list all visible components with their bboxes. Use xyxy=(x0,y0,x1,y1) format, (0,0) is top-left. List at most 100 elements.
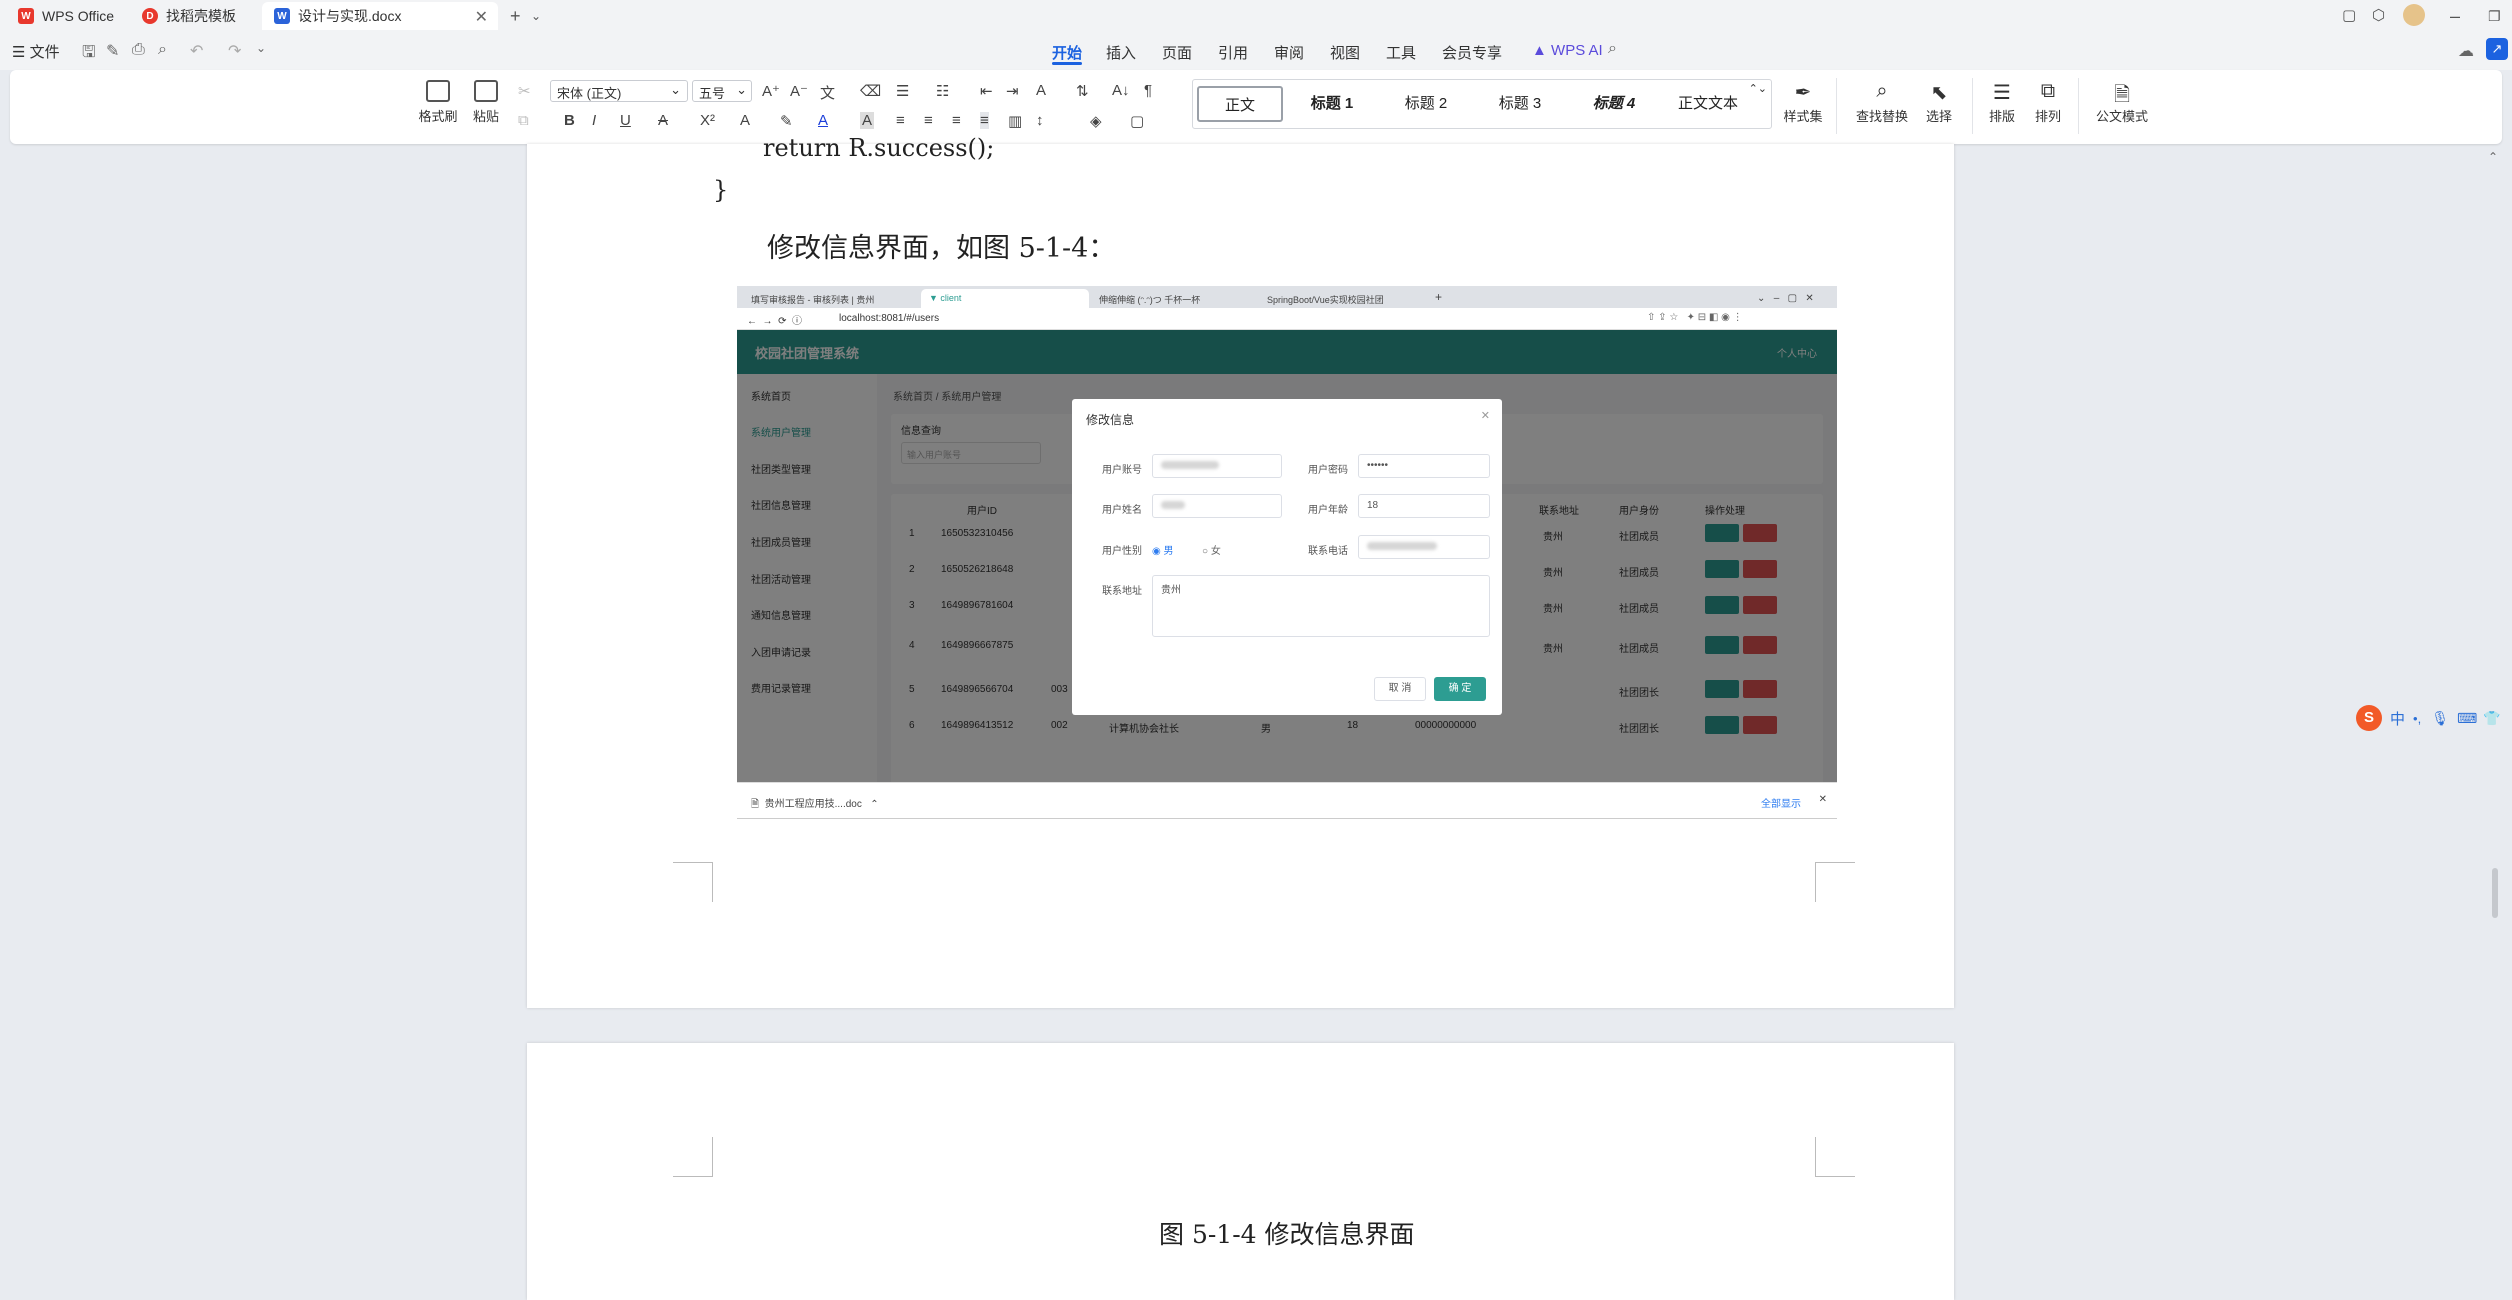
show-marks-icon[interactable]: ¶ xyxy=(1144,82,1152,99)
text-effect-icon[interactable]: A xyxy=(740,112,750,129)
style-body-text[interactable]: 正文文本 xyxy=(1665,86,1751,122)
font-color-icon[interactable]: A xyxy=(818,112,828,129)
clear-format-icon[interactable]: ⌫ xyxy=(860,82,881,100)
arrange-button[interactable]: ⧉ 排列 xyxy=(2024,80,2072,125)
punctuation-icon[interactable]: •, xyxy=(2413,711,2421,726)
superscript-icon[interactable]: X² xyxy=(700,112,715,129)
line-spacing-icon[interactable]: ↕ xyxy=(1036,112,1044,129)
strikethrough-icon[interactable]: A xyxy=(658,112,668,129)
underline-icon[interactable]: U xyxy=(620,112,631,129)
download-file: 🗎 贵州工程应用技....doc ⌃ xyxy=(751,799,879,810)
style-heading-3[interactable]: 标题 3 xyxy=(1477,86,1563,122)
copy-icon[interactable]: ⧉ xyxy=(518,112,529,129)
document-page[interactable]: 图 5-1-4 修改信息界面 xyxy=(527,1043,1954,1300)
cube-icon[interactable]: ⬡ xyxy=(2372,6,2385,26)
menu-insert[interactable]: 插入 xyxy=(1106,42,1136,63)
official-doc-mode-button[interactable]: 🗎 公文模式 xyxy=(2088,80,2156,125)
share-icon[interactable]: ↗ xyxy=(2486,38,2508,60)
close-icon[interactable]: ✕ xyxy=(475,7,488,27)
menu-view[interactable]: 视图 xyxy=(1330,42,1360,63)
sort-icon[interactable]: ⇅ xyxy=(1076,82,1089,100)
layout-button[interactable]: ☰ 排版 xyxy=(1978,80,2026,125)
show-all-link: 全部显示 xyxy=(1761,799,1801,810)
menu-home[interactable]: 开始 xyxy=(1052,42,1082,63)
bold-icon[interactable]: B xyxy=(564,112,575,129)
distribute-icon[interactable]: ▥ xyxy=(1008,112,1022,130)
close-icon: ✕ xyxy=(1480,410,1490,422)
tab-wps-office[interactable]: W WPS Office xyxy=(6,2,136,30)
style-heading-4[interactable]: 标题 4 xyxy=(1571,86,1657,122)
border-icon[interactable]: ▢ xyxy=(1130,112,1144,130)
style-normal[interactable]: 正文 xyxy=(1197,86,1283,122)
print-icon[interactable]: ⎙ xyxy=(132,41,145,59)
name-label: 用户姓名 xyxy=(1102,505,1142,516)
indent-icon[interactable]: ⇥ xyxy=(1006,82,1019,100)
font-size-select[interactable]: 五号 ⌄ xyxy=(692,80,752,102)
cloud-icon[interactable]: ☁ xyxy=(2458,41,2474,61)
style-gallery: 正文 标题 1 标题 2 标题 3 标题 4 正文文本 ⌃⌄ xyxy=(1192,79,1772,129)
shrink-font-icon[interactable]: A⁻ xyxy=(790,82,808,100)
search-icon[interactable]: ⌕ xyxy=(1608,40,1617,58)
bullet-list-icon[interactable]: ☰ xyxy=(896,82,909,100)
font-name-select[interactable]: 宋体 (正文) ⌄ xyxy=(550,80,688,102)
text-direction-icon[interactable]: A xyxy=(1036,82,1046,99)
find-replace-button[interactable]: ⌕ 查找替换 xyxy=(1850,80,1914,125)
grow-font-icon[interactable]: A⁺ xyxy=(762,82,780,100)
menu-member[interactable]: 会员专享 xyxy=(1442,42,1502,63)
print-preview-icon[interactable]: ⌕ xyxy=(158,41,167,59)
embedded-screenshot-image[interactable]: 填写审核报告 - 审核列表 | 贵州 ▼ client 伸缩伸缩 (ᵔ.ᵔ)つ … xyxy=(737,286,1837,819)
undo-icon[interactable]: ↶ xyxy=(190,41,203,61)
align-center-icon[interactable]: ≡ xyxy=(924,112,933,129)
phonetic-icon[interactable]: 文 xyxy=(820,82,835,103)
gallery-scroll-icon[interactable]: ⌃⌄ xyxy=(1749,82,1767,95)
select-button[interactable]: ⬉ 选择 xyxy=(1914,80,1964,125)
code-line: return R.success(); xyxy=(763,134,995,162)
justify-icon[interactable]: ≡ xyxy=(980,112,989,129)
chevron-down-icon[interactable]: ⌄ xyxy=(531,6,541,26)
style-set-button[interactable]: ✒ 样式集 xyxy=(1776,80,1830,125)
file-menu[interactable]: ☰ 文件 xyxy=(12,41,60,62)
edit-icon[interactable]: ✎ xyxy=(106,41,119,61)
window-layout-icon[interactable]: ▢ xyxy=(2342,6,2356,26)
style-set-icon: ✒ xyxy=(1794,82,1812,104)
ime-mode[interactable]: 中 xyxy=(2390,708,2405,729)
style-heading-2[interactable]: 标题 2 xyxy=(1383,86,1469,122)
sort-az-icon[interactable]: A↓ xyxy=(1112,82,1130,99)
tab-docer-templates[interactable]: D 找稻壳模板 xyxy=(130,2,260,30)
menu-page[interactable]: 页面 xyxy=(1162,42,1192,63)
numbered-list-icon[interactable]: ☷ xyxy=(936,82,949,100)
redo-icon[interactable]: ↷ xyxy=(228,41,241,61)
wps-ai-button[interactable]: ▲ WPS AI xyxy=(1532,42,1603,59)
body-paragraph: 修改信息界面，如图 5-1-4： xyxy=(767,233,1116,264)
cut-icon[interactable]: ✂ xyxy=(518,82,531,100)
minimize-icon[interactable]: – xyxy=(2450,6,2460,26)
ime-toolbar[interactable]: S 中 •, 🎙 ⌨ 👕 xyxy=(2356,704,2506,732)
scrollbar-thumb[interactable] xyxy=(2492,868,2498,918)
avatar[interactable] xyxy=(2403,4,2425,26)
paste-button[interactable]: 粘贴 xyxy=(462,80,510,125)
menu-tools[interactable]: 工具 xyxy=(1386,42,1416,63)
menu-reference[interactable]: 引用 xyxy=(1218,42,1248,63)
format-painter-button[interactable]: 格式刷 xyxy=(414,80,462,125)
format-painter-label: 格式刷 xyxy=(418,109,458,124)
select-label: 选择 xyxy=(1925,109,1952,124)
more-icon[interactable]: ⌄ xyxy=(256,41,266,55)
restore-icon[interactable]: ❐ xyxy=(2488,6,2501,26)
skin-icon[interactable]: 👕 xyxy=(2483,710,2500,727)
menu-review[interactable]: 审阅 xyxy=(1274,42,1304,63)
tab-document[interactable]: W 设计与实现.docx ✕ xyxy=(262,2,498,30)
microphone-icon[interactable]: 🎙 xyxy=(2431,710,2449,727)
save-icon[interactable]: 🖫 xyxy=(82,41,96,68)
outdent-icon[interactable]: ⇤ xyxy=(980,82,993,100)
collapse-ribbon-icon[interactable]: ⌃ xyxy=(2488,150,2498,164)
align-left-icon[interactable]: ≡ xyxy=(896,112,905,129)
italic-icon[interactable]: I xyxy=(592,112,596,129)
style-heading-1[interactable]: 标题 1 xyxy=(1289,86,1375,122)
char-shading-icon[interactable]: A xyxy=(860,112,875,129)
paste-label: 粘贴 xyxy=(472,109,499,124)
highlight-icon[interactable]: ✎ xyxy=(780,112,793,130)
new-tab-button[interactable]: + xyxy=(510,6,521,26)
align-right-icon[interactable]: ≡ xyxy=(952,112,961,129)
keyboard-icon[interactable]: ⌨ xyxy=(2457,710,2477,727)
shading-icon[interactable]: ◈ xyxy=(1090,112,1102,130)
